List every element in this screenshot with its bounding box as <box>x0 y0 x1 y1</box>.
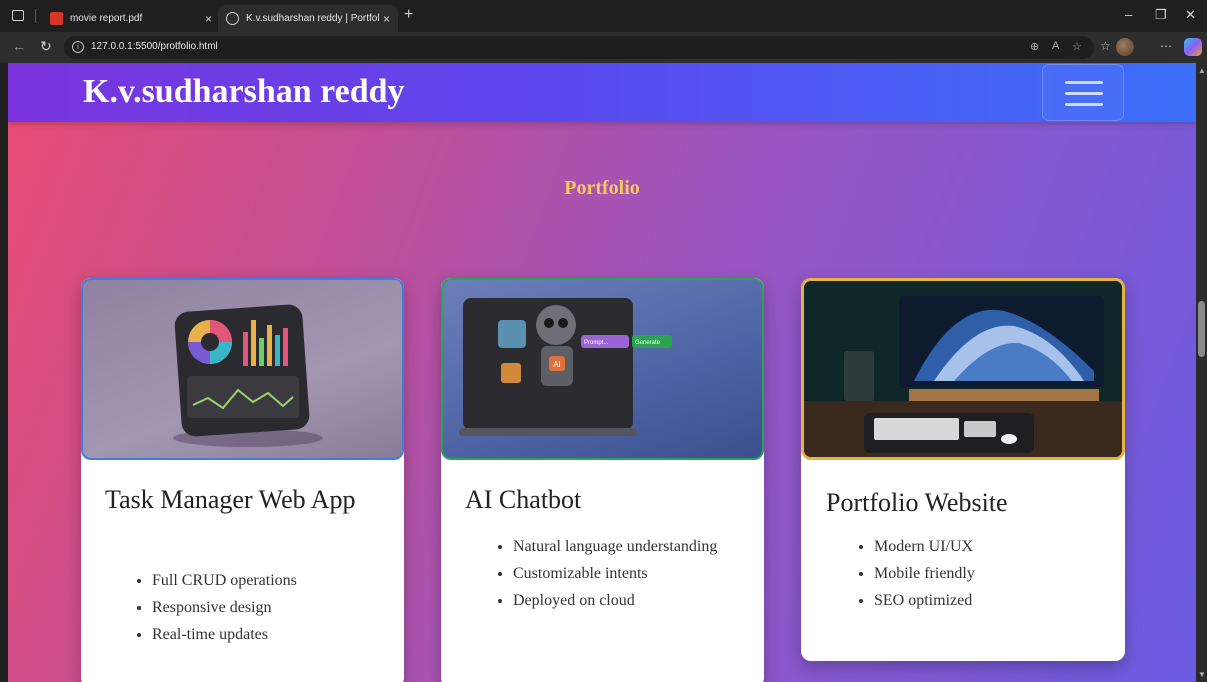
list-item: Mobile friendly <box>874 560 1096 587</box>
feature-list: Full CRUD operations Responsive design R… <box>134 567 394 648</box>
address-bar[interactable]: i 127.0.0.1:5500/protfolio.html ⊕ A ☆ <box>64 36 1094 59</box>
close-window-button[interactable]: ✕ <box>1185 7 1196 23</box>
new-tab-button[interactable]: + <box>404 6 413 24</box>
tab-title: movie report.pdf <box>70 13 143 24</box>
window-menu-icon[interactable] <box>12 10 24 21</box>
page-viewport: K.v.sudharshan reddy Portfolio Task Mana… <box>8 63 1196 682</box>
generate-label: Generate <box>635 340 661 346</box>
site-brand[interactable]: K.v.sudharshan reddy <box>83 73 405 111</box>
copilot-icon[interactable] <box>1184 38 1202 56</box>
section-title: Portfolio <box>564 177 640 199</box>
list-item: Customizable intents <box>513 560 735 587</box>
menu-bar-icon <box>1065 81 1103 84</box>
feature-list: Natural language understanding Customiza… <box>495 533 735 614</box>
favorite-star-icon[interactable]: ☆ <box>1072 40 1082 53</box>
desk-setup-photo <box>801 278 1125 460</box>
list-item: Deployed on cloud <box>513 587 735 614</box>
address-toolbar: ← ↻ i 127.0.0.1:5500/protfolio.html ⊕ A … <box>0 32 1207 63</box>
tab-portfolio[interactable]: K.v.sudharshan reddy | Portfolio × <box>218 5 398 32</box>
list-item: Modern UI/UX <box>874 533 1096 560</box>
robot-laptop-illustration: AI Prompt... Generate <box>441 278 764 460</box>
profile-avatar[interactable] <box>1116 38 1134 56</box>
project-card-task-manager[interactable]: Task Manager Web App Full CRUD operation… <box>81 278 404 682</box>
list-item: Full CRUD operations <box>152 567 394 594</box>
close-tab-icon[interactable]: × <box>205 12 212 26</box>
list-item: Natural language understanding <box>513 533 735 560</box>
list-item: SEO optimized <box>874 587 1096 614</box>
url-text[interactable]: 127.0.0.1:5500/protfolio.html <box>91 41 218 52</box>
tab-movie-report[interactable]: movie report.pdf × <box>42 5 220 32</box>
globe-icon <box>226 12 239 25</box>
scrollbar-thumb[interactable] <box>1198 301 1205 357</box>
project-card-ai-chatbot[interactable]: AI Prompt... Generate AI Chatbot Natural… <box>441 278 764 682</box>
close-tab-icon[interactable]: × <box>383 12 390 26</box>
menu-bar-icon <box>1065 103 1103 106</box>
list-item: Responsive design <box>152 594 394 621</box>
ai-badge-label: AI <box>553 360 561 369</box>
prompt-label: Prompt... <box>584 340 609 346</box>
minimize-button[interactable]: – <box>1125 7 1132 22</box>
project-title: Task Manager Web App <box>105 485 356 514</box>
restore-button[interactable]: ❐ <box>1155 7 1167 23</box>
zoom-icon[interactable]: ⊕ <box>1030 40 1039 53</box>
menu-bar-icon <box>1065 92 1103 95</box>
page-scrollbar[interactable]: ▲ ▼ <box>1196 63 1207 682</box>
site-info-icon[interactable]: i <box>72 41 84 53</box>
refresh-icon[interactable]: ↻ <box>40 38 52 55</box>
hamburger-menu-button[interactable] <box>1042 64 1124 121</box>
project-card-portfolio-website[interactable]: Portfolio Website Modern UI/UX Mobile fr… <box>801 278 1125 661</box>
tab-title: K.v.sudharshan reddy | Portfolio <box>246 13 379 24</box>
dashboard-illustration <box>81 278 404 460</box>
scroll-down-icon[interactable]: ▼ <box>1198 670 1206 679</box>
feature-list: Modern UI/UX Mobile friendly SEO optimiz… <box>856 533 1096 614</box>
project-title: Portfolio Website <box>826 488 1008 517</box>
scroll-up-icon[interactable]: ▲ <box>1198 66 1206 75</box>
favorites-icon[interactable]: ☆ <box>1100 39 1111 53</box>
project-title: AI Chatbot <box>465 485 582 514</box>
list-item: Real-time updates <box>152 621 394 648</box>
more-options-icon[interactable]: ⋯ <box>1160 39 1172 53</box>
site-header: K.v.sudharshan reddy <box>8 63 1196 122</box>
read-aloud-icon[interactable]: A <box>1052 40 1059 52</box>
back-icon[interactable]: ← <box>12 38 26 54</box>
tab-separator <box>35 9 36 23</box>
pdf-icon <box>50 12 63 25</box>
browser-tab-bar: movie report.pdf × K.v.sudharshan reddy … <box>0 0 1207 32</box>
